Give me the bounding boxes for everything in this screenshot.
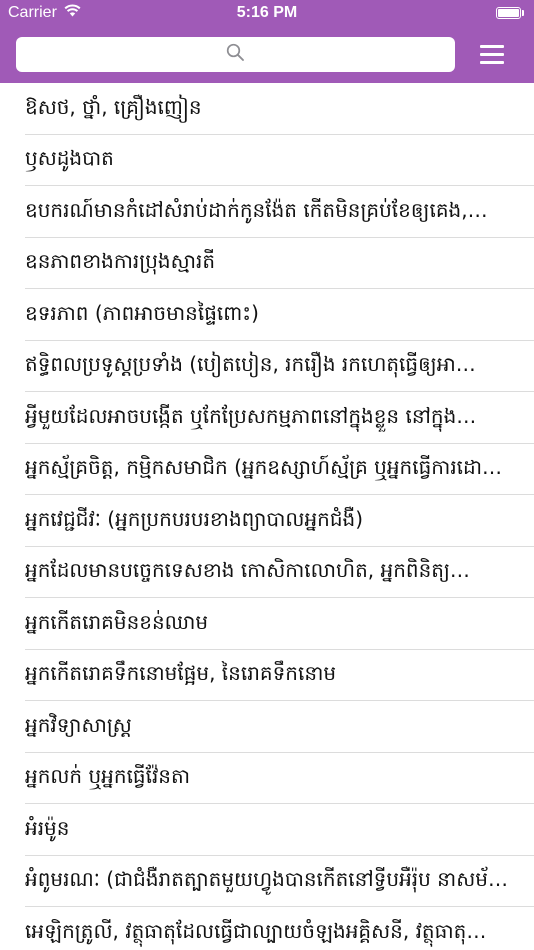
- list-item-label: អ្វីមួយដែលអាចបង្កើត ឬកែប្រែសកម្មភាពនៅក្ន…: [25, 403, 477, 428]
- list-item-label: អ្នកកើតរោគមិនខន់ឈាម: [25, 609, 209, 634]
- list-item-label: ឧនភាពខាងការប្រុងស្មារតី: [25, 249, 216, 274]
- list-item[interactable]: អ្នកកើតរោគទឹកនោមផ្អែម, នៃរោគទឹកនោម: [0, 650, 534, 702]
- list-item-label: ឫសដូងបាត: [25, 146, 114, 171]
- list-item-label: អ្នកលក់ ឬអ្នកធ្វើវ៉ែនតា: [25, 764, 191, 789]
- list-item-label: អ្នកកើតរោគទឹកនោមផ្អែម, នៃរោគទឹកនោម: [25, 661, 337, 686]
- list-item-label: អំពូមរណៈ (ជាជំងឺរាតត្បាតមួយហ្វូងបានកើតនៅ…: [25, 867, 508, 892]
- list-item-label: ឱសថ, ថ្នាំ, គ្រឿងញៀន: [25, 94, 202, 119]
- list-item[interactable]: អំពូមរណៈ (ជាជំងឺរាតត្បាតមួយហ្វូងបានកើតនៅ…: [0, 856, 534, 908]
- list-item[interactable]: អ្នកវិទ្យាសាស្ត្រ: [0, 701, 534, 753]
- status-time: 5:16 PM: [236, 4, 298, 21]
- list-item-label: ឧទរភាព (ភាពអាចមានផ្ទៃពោះ): [25, 300, 259, 325]
- hamburger-menu-icon[interactable]: [474, 40, 510, 68]
- list-item-label: អ្នកវិទ្យាសាស្ត្រ: [25, 712, 132, 737]
- status-bar: Carrier 5:16 PM: [0, 0, 534, 28]
- list-item-label: អ្នកវេជ្ជជីវៈ (អ្នកប្រកបរបរខាងព្យាបាលអ្ន…: [25, 506, 364, 531]
- list-item[interactable]: ឥទ្ធិពលប្រទូស្តប្រទាំង (បៀតបៀន, រករឿង រក…: [0, 341, 534, 393]
- list-item[interactable]: អ្នកវេជ្ជជីវៈ (អ្នកប្រកបរបរខាងព្យាបាលអ្ន…: [0, 495, 534, 547]
- search-icon: [226, 43, 245, 66]
- list-item[interactable]: ឱសថ, ថ្នាំ, គ្រឿងញៀន: [0, 83, 534, 135]
- list-item-label: អំរម៉ូន: [25, 815, 70, 840]
- list-item[interactable]: អំរម៉ូន: [0, 804, 534, 856]
- search-field[interactable]: [16, 37, 455, 72]
- list-item-label: អ្នកដែលមានបច្ចេកទេសខាង កោសិកាលោហិត, អ្នក…: [25, 558, 470, 583]
- list-item[interactable]: ឧនភាពខាងការប្រុងស្មារតី: [0, 238, 534, 290]
- list-item[interactable]: អ្នកដែលមានបច្ចេកទេសខាង កោសិកាលោហិត, អ្នក…: [0, 547, 534, 599]
- list-item[interactable]: ឧទរភាព (ភាពអាចមានផ្ទៃពោះ): [0, 289, 534, 341]
- list-item[interactable]: អ្នកស្ម័គ្រចិត្ត, កម្មិកសមាជិក (អ្នកឧស្ស…: [0, 444, 534, 496]
- list-item[interactable]: អ្នកកើតរោគមិនខន់ឈាម: [0, 598, 534, 650]
- list-item-label: អេឡិកត្រូលី, វត្ថុធាតុដែលធ្វើជាល្បាយចំឡង…: [25, 918, 487, 943]
- list-item[interactable]: ឧបករណ៍មានកំដៅសំរាប់ដាក់កូនង៉ែត កើតមិនគ្រ…: [0, 186, 534, 238]
- word-list: ឱសថ, ថ្នាំ, គ្រឿងញៀនឫសដូងបាតឧបករណ៍មានកំដ…: [0, 83, 534, 950]
- list-item-label: ឥទ្ធិពលប្រទូស្តប្រទាំង (បៀតបៀន, រករឿង រក…: [25, 352, 476, 377]
- list-item[interactable]: ឫសដូងបាត: [0, 135, 534, 187]
- list-item-label: អ្នកស្ម័គ្រចិត្ត, កម្មិកសមាជិក (អ្នកឧស្ស…: [25, 455, 503, 480]
- list-item[interactable]: អ្នកលក់ ឬអ្នកធ្វើវ៉ែនតា: [0, 753, 534, 805]
- list-item[interactable]: អ្វីមួយដែលអាចបង្កើត ឬកែប្រែសកម្មភាពនៅក្ន…: [0, 392, 534, 444]
- list-item[interactable]: អេឡិកត្រូលី, វត្ថុធាតុដែលធ្វើជាល្បាយចំឡង…: [0, 907, 534, 950]
- list-item-label: ឧបករណ៍មានកំដៅសំរាប់ដាក់កូនង៉ែត កើតមិនគ្រ…: [25, 197, 488, 222]
- battery-icon: [496, 7, 526, 21]
